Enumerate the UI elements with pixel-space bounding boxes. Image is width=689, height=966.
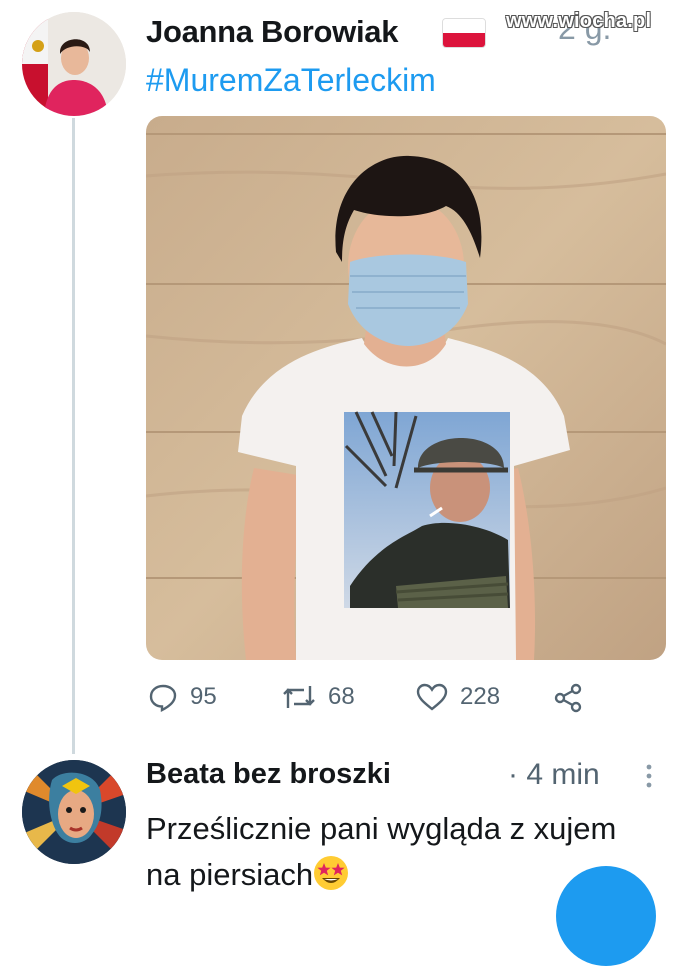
share-icon: [554, 683, 582, 713]
reply-count: 95: [190, 683, 217, 710]
star-struck-emoji: [314, 856, 349, 890]
more-vert-icon[interactable]: [644, 764, 654, 788]
retweet-button[interactable]: 68: [282, 682, 355, 712]
retweet-count: 68: [328, 683, 355, 710]
reply-avatar-image: [22, 760, 126, 864]
reply-button[interactable]: 95: [148, 682, 217, 712]
retweet-icon: [283, 686, 315, 708]
author-avatar-image: [22, 12, 126, 116]
tweet-action-bar: 95 68 228: [0, 682, 689, 718]
tweet-hashtag-link[interactable]: #MuremZaTerleckim: [146, 62, 436, 99]
author-avatar[interactable]: [22, 12, 126, 116]
like-button[interactable]: 228: [416, 682, 500, 712]
poland-flag-icon: [442, 18, 486, 48]
reply-timestamp[interactable]: · 4 min: [508, 758, 600, 792]
reply-body-text: Prześlicznie pani wygląda z xujem na pie…: [146, 811, 617, 892]
tweet-photo-image: [146, 116, 666, 660]
watermark-text: www.wiocha.pl: [506, 10, 652, 32]
reply-author-name[interactable]: Beata bez broszki: [146, 758, 391, 791]
reply-icon: [149, 684, 177, 712]
compose-tweet-button[interactable]: [556, 866, 656, 966]
thread-connector-line: [72, 118, 75, 754]
tweet-photo[interactable]: [146, 116, 666, 660]
reply-author-avatar[interactable]: [22, 760, 126, 864]
share-button[interactable]: [552, 682, 584, 714]
like-icon: [416, 683, 448, 711]
like-count: 228: [460, 683, 501, 710]
tweet-author-name[interactable]: Joanna Borowiak: [146, 14, 398, 50]
